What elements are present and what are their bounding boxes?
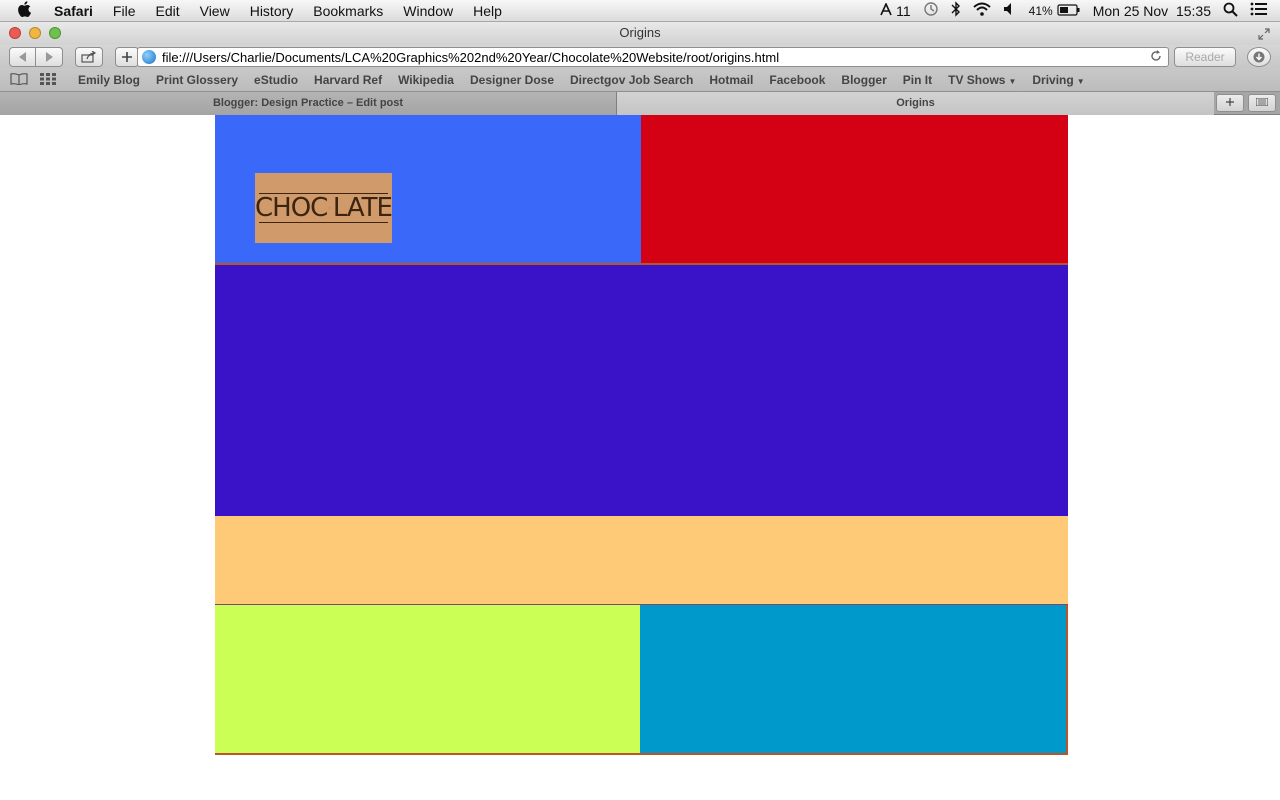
footer-left-panel: [215, 605, 640, 755]
bookmarks-bar: Emily Blog Print Glossery eStudio Harvar…: [0, 69, 1280, 91]
window-title: Origins: [619, 25, 661, 40]
chocolate-logo[interactable]: CHOC LATE: [255, 173, 393, 243]
toolbar: file:///Users/Charlie/Documents/LCA%20Gr…: [0, 45, 1280, 69]
bluetooth-icon[interactable]: [951, 1, 961, 20]
tab-origins[interactable]: Origins: [617, 92, 1214, 115]
bookmark-facebook[interactable]: Facebook: [761, 73, 833, 87]
bookmark-pin-it[interactable]: Pin It: [895, 73, 940, 87]
address-bar[interactable]: file:///Users/Charlie/Documents/LCA%20Gr…: [137, 47, 1169, 67]
apple-menu-icon[interactable]: [18, 0, 38, 21]
logo-text-left: CHOC: [255, 193, 328, 223]
bookmark-designer-dose[interactable]: Designer Dose: [462, 73, 562, 87]
zoom-window-button[interactable]: [49, 27, 61, 39]
share-button[interactable]: [75, 47, 103, 67]
logo-text-right: LATE: [332, 193, 393, 223]
folder-label: TV Shows: [948, 73, 1006, 87]
notification-center-icon[interactable]: [1250, 2, 1268, 19]
folder-label: Driving: [1032, 73, 1074, 87]
battery-icon[interactable]: [1057, 3, 1081, 19]
forward-arrow-icon: [46, 52, 53, 62]
nav-buttons: [9, 47, 63, 67]
volume-icon[interactable]: [1003, 2, 1017, 19]
title-bar: Origins: [0, 22, 1280, 45]
wifi-icon[interactable]: [973, 2, 991, 19]
chevron-down-icon: ▼: [1008, 77, 1017, 86]
time-machine-icon[interactable]: [923, 1, 939, 20]
page-viewport: CHOC LATE: [0, 115, 1280, 796]
back-arrow-icon: [18, 52, 26, 62]
menu-bookmarks[interactable]: Bookmarks: [303, 0, 393, 22]
adobe-count: 11: [896, 2, 911, 19]
logo-rule-bottom: [259, 222, 388, 223]
main-content-band: [215, 265, 1068, 516]
reader-button[interactable]: Reader: [1174, 47, 1236, 67]
footer-right-panel: [640, 605, 1068, 755]
browser-window: Origins file:///Users/Charlie/Documents/…: [0, 22, 1280, 800]
adobe-icon[interactable]: [880, 1, 892, 19]
tab-blogger-edit-post[interactable]: Blogger: Design Practice – Edit post: [0, 92, 617, 115]
plus-icon: [1226, 98, 1234, 106]
forward-button[interactable]: [36, 47, 63, 67]
tab-bar: Blogger: Design Practice – Edit post Ori…: [0, 91, 1280, 115]
add-tab-button[interactable]: [1216, 94, 1244, 112]
menu-help[interactable]: Help: [463, 0, 512, 22]
fullscreen-icon[interactable]: [1258, 25, 1270, 47]
bookmark-emily-blog[interactable]: Emily Blog: [70, 73, 148, 87]
menu-file[interactable]: File: [103, 0, 146, 22]
menu-bar: Safari File Edit View History Bookmarks …: [0, 0, 1280, 22]
bookmark-harvard-ref[interactable]: Harvard Ref: [306, 73, 390, 87]
bookmark-blogger[interactable]: Blogger: [833, 73, 894, 87]
plus-icon: [122, 52, 132, 62]
bookmark-wikipedia[interactable]: Wikipedia: [390, 73, 462, 87]
web-page: CHOC LATE: [215, 115, 1068, 755]
download-icon: [1253, 51, 1265, 63]
tab-list-icon: [1255, 97, 1269, 107]
url-text[interactable]: file:///Users/Charlie/Documents/LCA%20Gr…: [162, 50, 1150, 65]
close-window-button[interactable]: [9, 27, 21, 39]
peach-band: [215, 516, 1068, 605]
tab-overview-button[interactable]: [1248, 94, 1276, 112]
menu-history[interactable]: History: [240, 0, 304, 22]
cocoa-pod-icon: [329, 206, 331, 210]
minimize-window-button[interactable]: [29, 27, 41, 39]
status-area: 11 41% Mon 25 Nov 15:35: [880, 1, 1280, 20]
header-right-panel: [641, 115, 1068, 265]
new-tab-button[interactable]: [115, 47, 139, 67]
battery-percent: 41%: [1028, 3, 1053, 18]
menu-edit[interactable]: Edit: [145, 0, 189, 22]
chevron-down-icon: ▼: [1076, 77, 1085, 86]
bookmark-folder-driving[interactable]: Driving ▼: [1024, 73, 1092, 87]
menu-window[interactable]: Window: [393, 0, 463, 22]
logo-rule-top: [259, 193, 388, 194]
spotlight-icon[interactable]: [1223, 2, 1238, 20]
bookmark-directgov-job-search[interactable]: Directgov Job Search: [562, 73, 701, 87]
header-left-panel: CHOC LATE: [215, 115, 641, 265]
globe-icon: [142, 50, 156, 64]
menu-view[interactable]: View: [190, 0, 240, 22]
bookmark-print-glossery[interactable]: Print Glossery: [148, 73, 246, 87]
downloads-button[interactable]: [1247, 47, 1271, 67]
bookmark-hotmail[interactable]: Hotmail: [701, 73, 761, 87]
back-button[interactable]: [9, 47, 36, 67]
share-icon: [81, 51, 97, 63]
reload-icon[interactable]: [1150, 49, 1168, 65]
clock[interactable]: Mon 25 Nov 15:35: [1093, 3, 1211, 19]
app-menu-safari[interactable]: Safari: [54, 0, 103, 22]
reading-list-icon[interactable]: [10, 72, 30, 88]
top-sites-icon[interactable]: [40, 72, 60, 88]
bookmark-estudio[interactable]: eStudio: [246, 73, 306, 87]
bookmark-folder-tv-shows[interactable]: TV Shows ▼: [940, 73, 1024, 87]
